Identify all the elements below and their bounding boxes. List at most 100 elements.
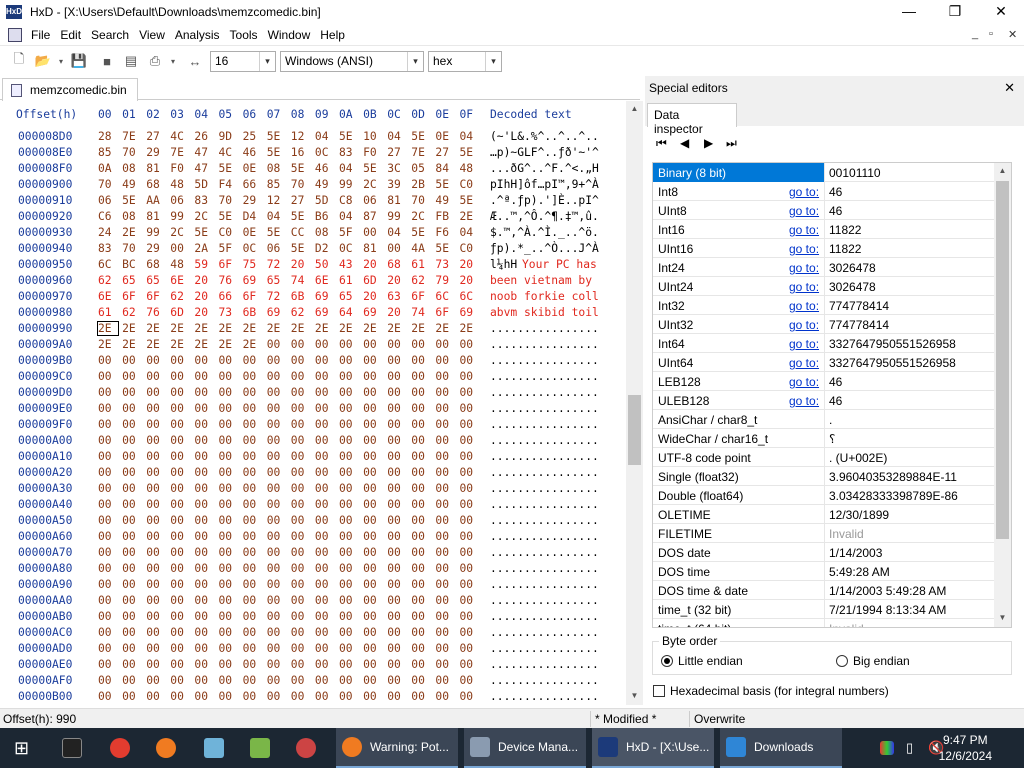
hex-byte[interactable]: 83 xyxy=(194,194,214,207)
hex-byte[interactable]: 00 xyxy=(387,402,407,415)
hex-byte[interactable]: 00 xyxy=(435,514,455,527)
hex-byte[interactable]: 00 xyxy=(315,610,335,623)
hex-byte[interactable]: 00 xyxy=(243,386,263,399)
hex-byte[interactable]: 00 xyxy=(194,434,214,447)
hex-decoded-text[interactable]: ................ xyxy=(490,498,599,511)
hex-byte[interactable]: 24 xyxy=(98,226,118,239)
goto-link[interactable]: go to: xyxy=(789,318,819,332)
hex-byte[interactable]: 00 xyxy=(460,642,480,655)
hex-byte[interactable]: 00 xyxy=(219,370,239,383)
previous-icon[interactable]: ◀ xyxy=(680,136,696,150)
hex-byte[interactable]: 00 xyxy=(219,354,239,367)
hex-byte[interactable]: 00 xyxy=(315,450,335,463)
hex-decoded-text[interactable]: ................ xyxy=(490,434,599,447)
document-icon[interactable] xyxy=(8,27,22,42)
stop-icon[interactable]: ■ xyxy=(96,50,118,72)
hex-byte[interactable]: 00 xyxy=(315,466,335,479)
hex-byte[interactable]: 2E xyxy=(243,338,263,351)
inspector-value[interactable]: 46 xyxy=(829,394,842,408)
hex-byte[interactable]: 00 xyxy=(363,546,383,559)
hex-byte[interactable]: 00 xyxy=(243,498,263,511)
inspector-value[interactable]: 1/14/2003 5:49:28 AM xyxy=(829,584,946,598)
hex-byte[interactable]: 00 xyxy=(315,370,335,383)
hex-decoded-text[interactable]: noob forkie coll xyxy=(490,290,599,303)
hex-byte[interactable]: 00 xyxy=(339,498,359,511)
hex-decoded-text[interactable]: Æ..™,^Ô.^¶.‡™,û. xyxy=(490,210,599,223)
hex-byte[interactable]: 5E xyxy=(267,226,287,239)
hex-byte[interactable]: 00 xyxy=(435,386,455,399)
hex-byte[interactable]: 70 xyxy=(291,178,311,191)
hex-byte[interactable]: 4C xyxy=(219,146,239,159)
hex-byte[interactable]: 3C xyxy=(387,162,407,175)
hex-byte[interactable]: 00 xyxy=(387,386,407,399)
hex-byte[interactable]: 00 xyxy=(170,418,190,431)
hex-byte[interactable]: 00 xyxy=(460,450,480,463)
hex-byte[interactable]: 00 xyxy=(315,386,335,399)
hex-byte[interactable]: 6F xyxy=(146,290,166,303)
hex-byte[interactable]: 00 xyxy=(411,610,431,623)
hex-byte[interactable]: 00 xyxy=(194,370,214,383)
hex-byte[interactable]: 76 xyxy=(146,306,166,319)
scroll-up-icon[interactable]: ▲ xyxy=(626,104,643,113)
hex-byte[interactable]: 6D xyxy=(363,274,383,287)
hex-byte[interactable]: 5E xyxy=(435,242,455,255)
taskbar-hxd[interactable]: HxD - [X:\Use... xyxy=(592,728,714,768)
hex-byte[interactable]: 20 xyxy=(194,306,214,319)
hex-byte[interactable]: 6C xyxy=(435,290,455,303)
hex-byte[interactable]: 00 xyxy=(98,626,118,639)
hex-byte[interactable]: 00 xyxy=(460,402,480,415)
hex-byte[interactable]: 81 xyxy=(146,162,166,175)
hex-byte[interactable]: 00 xyxy=(363,498,383,511)
hex-byte[interactable]: 00 xyxy=(291,690,311,703)
hex-byte[interactable]: 00 xyxy=(460,674,480,687)
hex-byte[interactable]: 00 xyxy=(219,402,239,415)
hex-byte[interactable]: 2C xyxy=(411,210,431,223)
goto-link[interactable]: go to: xyxy=(789,356,819,370)
hex-byte[interactable]: 49 xyxy=(435,194,455,207)
print-icon[interactable]: ⎙ xyxy=(144,50,166,72)
inspector-value[interactable]: Invalid xyxy=(829,622,864,627)
minimize-button[interactable]: — xyxy=(886,0,932,24)
hex-byte[interactable]: 20 xyxy=(194,290,214,303)
goto-link[interactable]: go to: xyxy=(789,242,819,256)
hex-byte[interactable]: 83 xyxy=(98,242,118,255)
hex-byte[interactable]: 00 xyxy=(363,530,383,543)
hex-byte[interactable]: 65 xyxy=(122,274,142,287)
hex-decoded-text[interactable]: ................ xyxy=(490,674,599,687)
hex-byte[interactable]: 08 xyxy=(122,162,142,175)
hex-byte[interactable]: 2E xyxy=(194,338,214,351)
hex-byte[interactable]: 00 xyxy=(291,498,311,511)
hex-byte[interactable]: 00 xyxy=(194,594,214,607)
hex-row[interactable]: 00000AD0 00 00 00 00 00 00 00 00 00 00 00 00 00 00 00 00… xyxy=(0,642,626,658)
hex-byte[interactable]: 00 xyxy=(291,514,311,527)
hex-byte[interactable]: 20 xyxy=(363,258,383,271)
hex-byte[interactable]: 00 xyxy=(267,674,287,687)
hex-byte[interactable]: 2E xyxy=(170,322,190,335)
hex-byte[interactable]: 10 xyxy=(363,130,383,143)
hex-byte[interactable]: 00 xyxy=(411,578,431,591)
hex-byte[interactable]: 61 xyxy=(411,258,431,271)
hex-byte[interactable]: 00 xyxy=(435,354,455,367)
hex-byte[interactable]: 00 xyxy=(219,658,239,671)
hex-byte[interactable]: 00 xyxy=(122,450,142,463)
hex-byte[interactable]: 61 xyxy=(98,306,118,319)
hex-byte[interactable]: 66 xyxy=(219,290,239,303)
hex-byte[interactable]: 00 xyxy=(435,530,455,543)
hex-byte[interactable]: 00 xyxy=(411,498,431,511)
hex-byte[interactable]: 00 xyxy=(363,594,383,607)
hex-byte[interactable]: 85 xyxy=(98,146,118,159)
hex-byte[interactable]: 00 xyxy=(339,610,359,623)
hex-byte[interactable]: 00 xyxy=(267,450,287,463)
inspector-row[interactable]: FILETIME Invalid xyxy=(653,524,995,543)
notepadpp-icon[interactable] xyxy=(250,728,278,768)
hex-row[interactable]: 000008F0 0A 08 81 F0 47 5E 0E 08 5E 46 04 5E 3C 05 84 48… xyxy=(0,162,626,178)
hex-byte[interactable]: 48 xyxy=(460,162,480,175)
close-button[interactable]: ✕ xyxy=(978,0,1024,24)
hex-byte[interactable]: 00 xyxy=(339,450,359,463)
inspector-row[interactable]: LEB128 go to: 46 xyxy=(653,372,995,391)
terminal-icon[interactable] xyxy=(62,728,90,768)
inspector-value[interactable]: Invalid xyxy=(829,527,864,541)
hex-byte[interactable]: 00 xyxy=(387,434,407,447)
hex-decoded-text[interactable]: abvm skibid toil xyxy=(490,306,599,319)
hex-byte[interactable]: 00 xyxy=(146,466,166,479)
